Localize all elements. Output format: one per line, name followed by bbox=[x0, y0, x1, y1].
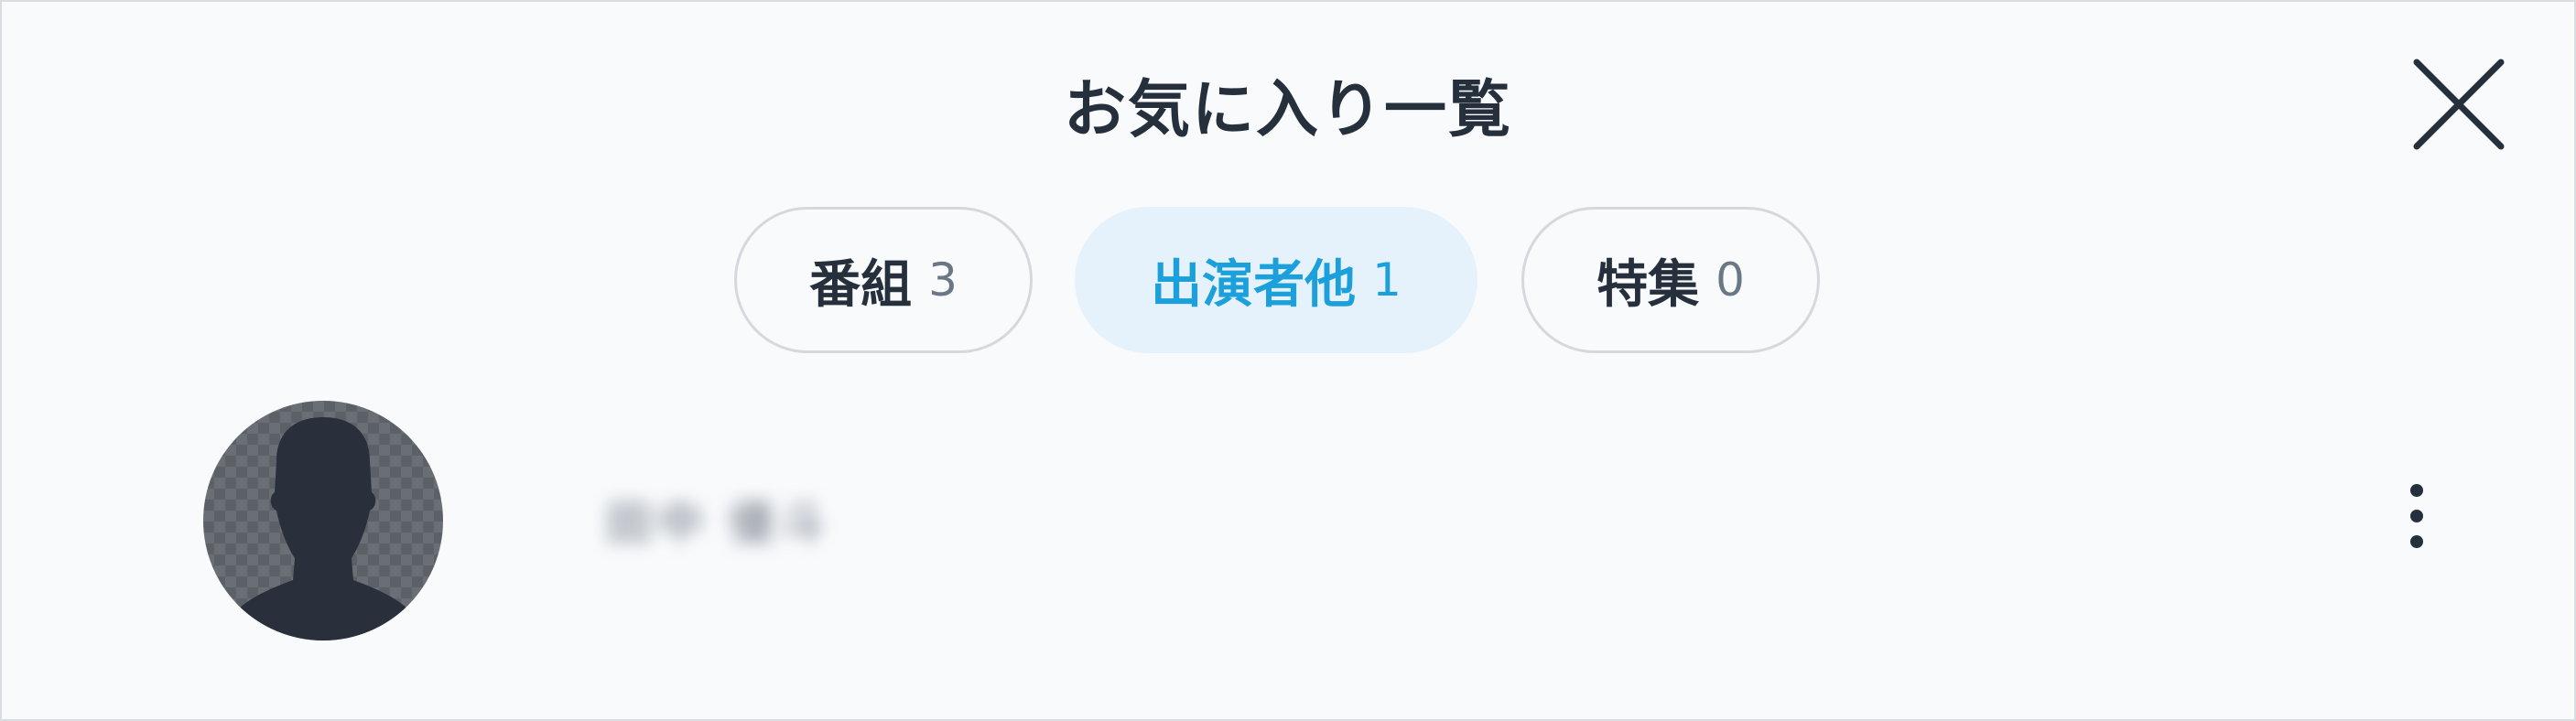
person-placeholder-icon bbox=[231, 417, 416, 640]
dialog-title: お気に入り一覧 bbox=[1063, 74, 1512, 146]
more-vertical-icon bbox=[2410, 484, 2423, 548]
category-tabs: 番組 3 出演者他 1 特集 0 bbox=[2, 207, 2574, 357]
more-options-button[interactable] bbox=[2382, 472, 2452, 564]
avatar[interactable] bbox=[203, 401, 443, 640]
close-icon bbox=[2413, 59, 2505, 150]
tab-count: 3 bbox=[928, 253, 958, 307]
tab-count: 0 bbox=[1716, 253, 1745, 307]
close-button[interactable] bbox=[2408, 57, 2508, 157]
tab-count: 1 bbox=[1372, 253, 1402, 307]
tab-performers[interactable]: 出演者他 1 bbox=[1075, 207, 1477, 353]
list-item: 田中 優斗 bbox=[2, 395, 2574, 651]
tab-label: 番組 bbox=[809, 254, 913, 315]
tab-features[interactable]: 特集 0 bbox=[1521, 207, 1820, 353]
tab-programs[interactable]: 番組 3 bbox=[734, 207, 1033, 353]
performer-name[interactable]: 田中 優斗 bbox=[606, 487, 831, 553]
tab-label: 特集 bbox=[1596, 254, 1700, 315]
favorites-dialog: お気に入り一覧 番組 3 出演者他 1 特集 0 田中 優斗 bbox=[0, 0, 2576, 721]
tab-label: 出演者他 bbox=[1151, 254, 1357, 315]
